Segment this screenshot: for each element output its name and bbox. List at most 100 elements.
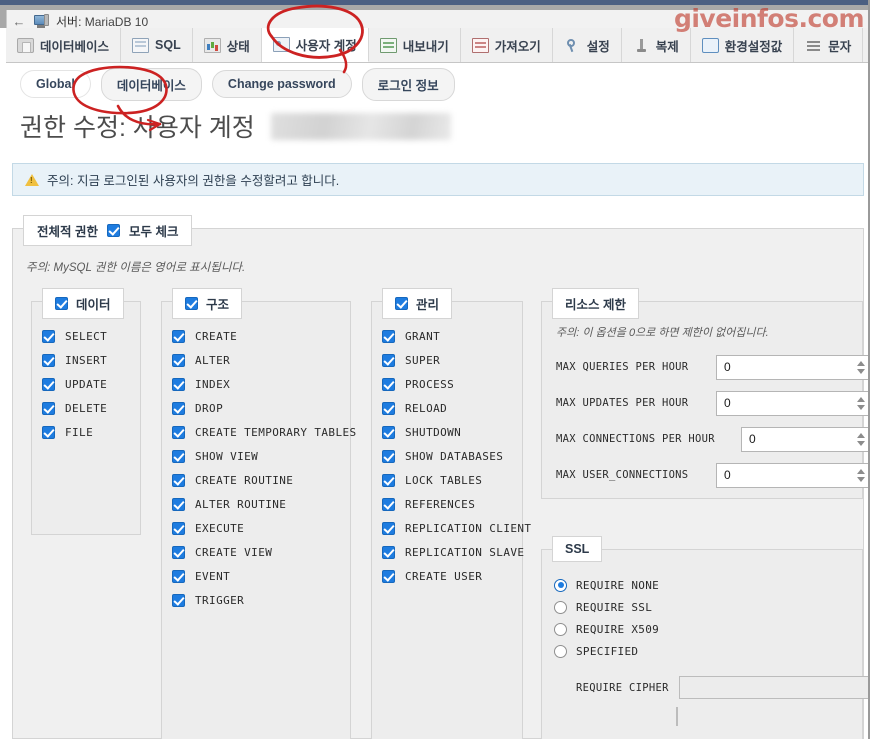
max-queries-per-hour-stepper[interactable]	[855, 359, 866, 375]
privilege-checkbox[interactable]	[172, 377, 185, 391]
privilege-label: SELECT	[65, 329, 108, 343]
privilege-row[interactable]: SHOW DATABASES	[382, 444, 531, 468]
nav-tab-databases[interactable]: 데이터베이스	[6, 28, 122, 62]
privilege-row[interactable]: FILE	[42, 420, 107, 444]
ssl-radio[interactable]	[554, 644, 567, 658]
privilege-row[interactable]: INDEX	[172, 372, 357, 396]
privilege-checkbox[interactable]	[382, 521, 395, 535]
privilege-row[interactable]: REPLICATION CLIENT	[382, 516, 531, 540]
privilege-checkbox[interactable]	[172, 401, 185, 415]
ssl-radio[interactable]	[554, 622, 567, 636]
ssl-option-require-x509[interactable]: REQUIRE X509	[554, 618, 659, 640]
nav-tab-import[interactable]: 가져오기	[460, 28, 553, 62]
max-queries-per-hour-input[interactable]: 0	[716, 354, 868, 380]
privilege-checkbox[interactable]	[42, 329, 55, 343]
privilege-row[interactable]: DROP	[172, 396, 357, 420]
privilege-checkbox[interactable]	[382, 377, 395, 391]
max-connections-per-hour-stepper[interactable]	[855, 431, 866, 447]
structure-group-checkbox[interactable]	[185, 297, 198, 310]
privilege-checkbox[interactable]	[172, 593, 185, 607]
privilege-checkbox[interactable]	[172, 425, 185, 439]
max-user-connections-stepper[interactable]	[855, 467, 866, 483]
settings-icon	[564, 38, 581, 53]
privilege-row[interactable]: REPLICATION SLAVE	[382, 540, 531, 564]
privilege-checkbox[interactable]	[172, 353, 185, 367]
ssl-option-specified[interactable]: SPECIFIED	[554, 640, 659, 662]
privilege-row[interactable]: GRANT	[382, 324, 531, 348]
privilege-checkbox[interactable]	[42, 377, 55, 391]
back-arrow-icon[interactable]: ←	[11, 14, 27, 28]
privilege-row[interactable]: SELECT	[42, 324, 107, 348]
privilege-row[interactable]: SHUTDOWN	[382, 420, 531, 444]
ssl-option-require-ssl[interactable]: REQUIRE SSL	[554, 596, 659, 618]
subtab-global[interactable]: Global	[20, 70, 91, 98]
privilege-checkbox[interactable]	[382, 353, 395, 367]
resource-limits-fieldset: 리소스 제한 주의: 이 옵션을 0으로 하면 제한이 없어집니다. MAX Q…	[541, 288, 868, 499]
subtab-change-password[interactable]: Change password	[211, 70, 352, 98]
subtab-login-information[interactable]: 로그인 정보	[361, 67, 455, 101]
privilege-checkbox[interactable]	[42, 425, 55, 439]
privilege-row[interactable]: DELETE	[42, 396, 107, 420]
nav-tab-export[interactable]: 내보내기	[368, 28, 461, 62]
privilege-row[interactable]: CREATE USER	[382, 564, 531, 588]
privilege-checkbox[interactable]	[382, 425, 395, 439]
privilege-checkbox[interactable]	[382, 569, 395, 583]
max-updates-per-hour-input[interactable]: 0	[716, 390, 868, 416]
privilege-row[interactable]: CREATE	[172, 324, 357, 348]
privilege-row[interactable]: CREATE TEMPORARY TABLES	[172, 420, 357, 444]
resource-limits-legend: 리소스 제한	[552, 288, 639, 319]
administration-group-checkbox[interactable]	[395, 297, 408, 310]
ssl-radio[interactable]	[554, 600, 567, 614]
privilege-checkbox[interactable]	[382, 473, 395, 487]
privilege-checkbox[interactable]	[172, 521, 185, 535]
ssl-option-require-none[interactable]: REQUIRE NONE	[554, 574, 659, 596]
privilege-row[interactable]: CREATE VIEW	[172, 540, 357, 564]
privilege-row[interactable]: EXECUTE	[172, 516, 357, 540]
privilege-checkbox[interactable]	[172, 497, 185, 511]
privilege-checkbox[interactable]	[172, 329, 185, 343]
privilege-checkbox[interactable]	[172, 569, 185, 583]
privilege-row[interactable]: LOCK TABLES	[382, 468, 531, 492]
privilege-row[interactable]: ALTER	[172, 348, 357, 372]
privilege-label: CREATE TEMPORARY TABLES	[195, 425, 357, 439]
nav-tab-variables[interactable]: 환경설정값	[690, 28, 795, 62]
max-updates-per-hour-stepper[interactable]	[855, 395, 866, 411]
privilege-row[interactable]: RELOAD	[382, 396, 531, 420]
privilege-row[interactable]: REFERENCES	[382, 492, 531, 516]
privilege-row[interactable]: SHOW VIEW	[172, 444, 357, 468]
nav-tab-sql[interactable]: SQL	[121, 28, 193, 62]
nav-tab-replication[interactable]: 복제	[621, 28, 691, 62]
structure-group-label: 구조	[206, 298, 230, 312]
privilege-checkbox[interactable]	[172, 545, 185, 559]
privilege-checkbox[interactable]	[172, 473, 185, 487]
nav-tab-status[interactable]: 상태	[192, 28, 262, 62]
privilege-checkbox[interactable]	[42, 353, 55, 367]
privilege-row[interactable]: ALTER ROUTINE	[172, 492, 357, 516]
nav-tab-charset[interactable]: 문자	[794, 28, 864, 62]
max-connections-per-hour-input[interactable]: 0	[741, 426, 868, 452]
max-user-connections-input[interactable]: 0	[716, 462, 868, 488]
privilege-row[interactable]: PROCESS	[382, 372, 531, 396]
privilege-row[interactable]: UPDATE	[42, 372, 107, 396]
privilege-checkbox[interactable]	[382, 449, 395, 463]
data-group-checkbox[interactable]	[55, 297, 68, 310]
privilege-row[interactable]: EVENT	[172, 564, 357, 588]
nav-tab-settings[interactable]: 설정	[552, 28, 622, 62]
ssl-radio[interactable]	[554, 578, 567, 592]
privilege-checkbox[interactable]	[42, 401, 55, 415]
privilege-checkbox[interactable]	[382, 401, 395, 415]
ssl-extra-input[interactable]	[676, 707, 678, 726]
privilege-row[interactable]: SUPER	[382, 348, 531, 372]
check-all-checkbox[interactable]	[106, 224, 120, 237]
privilege-row[interactable]: CREATE ROUTINE	[172, 468, 357, 492]
privilege-checkbox[interactable]	[382, 329, 395, 343]
require-cipher-input[interactable]	[678, 676, 868, 699]
nav-tab-label: 상태	[226, 39, 250, 54]
privilege-checkbox[interactable]	[172, 449, 185, 463]
privilege-checkbox[interactable]	[382, 497, 395, 511]
privilege-row[interactable]: TRIGGER	[172, 588, 357, 612]
subtab-databases[interactable]: 데이터베이스	[100, 67, 202, 101]
nav-tab-user-accounts[interactable]: 사용자 계정	[261, 28, 369, 62]
privilege-row[interactable]: INSERT	[42, 348, 107, 372]
privilege-checkbox[interactable]	[382, 545, 395, 559]
